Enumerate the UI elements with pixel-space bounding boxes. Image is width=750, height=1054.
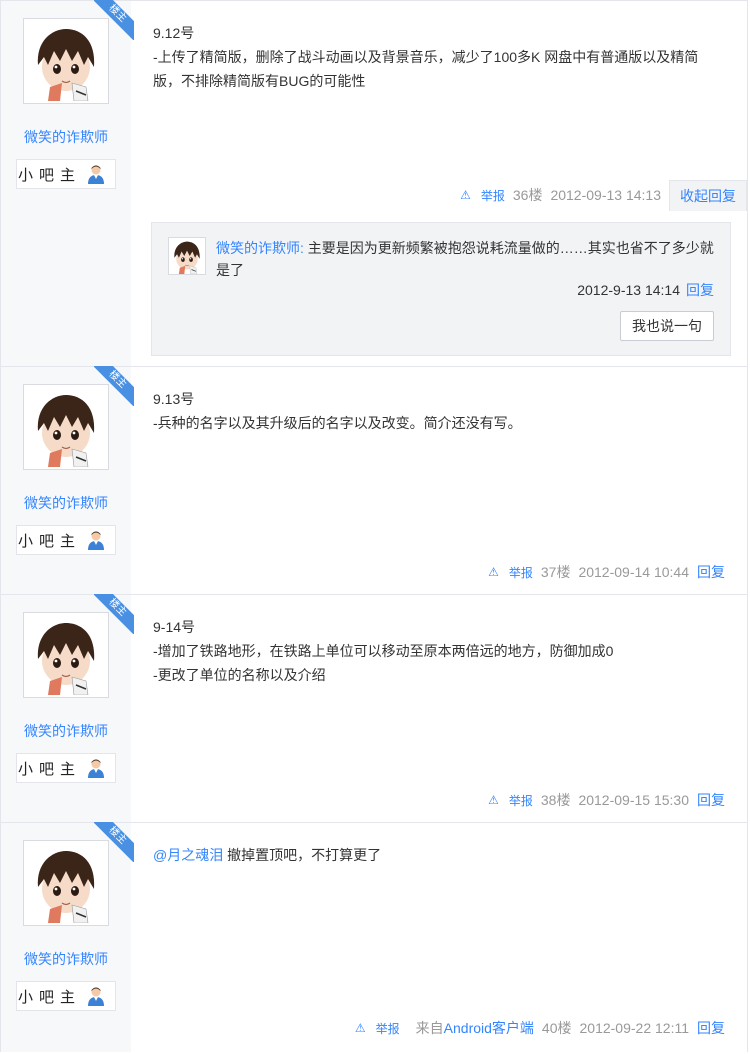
sub-reply-item: 微笑的诈欺师: 主要是因为更新频繁被抱怨说耗流量做的……其实也省不了多少就是了 bbox=[152, 223, 730, 281]
post-content: 9.13号 -兵种的名字以及其升级后的名字以及改变。简介还没有写。 bbox=[153, 391, 522, 431]
author-name-link[interactable]: 微笑的诈欺师 bbox=[24, 493, 108, 513]
op-ribbon: 楼主 bbox=[94, 594, 134, 634]
post-body: @月之魂泪 撤掉置顶吧，不打算更了 ⚠ 举报 来自Android客户端 40楼 2… bbox=[131, 823, 747, 1052]
post: 楼主 微笑的诈欺师 小吧主 9.12号 -上传了精简版，删除了战斗动画以及背景音… bbox=[0, 0, 748, 366]
sub-reply-avatar-image bbox=[169, 238, 205, 274]
sub-reply-time: 2012-9-13 14:14 bbox=[577, 282, 680, 298]
report-label: 举报 bbox=[375, 1021, 400, 1036]
op-ribbon-label: 楼主 bbox=[94, 594, 134, 634]
mention-link[interactable]: @月之魂泪 bbox=[153, 847, 223, 863]
level-badge[interactable]: 小吧主 bbox=[16, 753, 116, 783]
post: 楼主 微笑的诈欺师 小吧主 @月之魂泪 撤掉置顶吧，不打算更了 ⚠ 举报 来自An… bbox=[0, 822, 748, 1052]
report-label: 举报 bbox=[508, 793, 533, 808]
client-source: 来自Android客户端 bbox=[408, 1018, 534, 1038]
author-name-link[interactable]: 微笑的诈欺师 bbox=[24, 721, 108, 741]
report-link[interactable]: ⚠ 举报 bbox=[452, 187, 505, 204]
floor-number: 38楼 bbox=[540, 792, 571, 808]
sub-reply-box: 微笑的诈欺师: 主要是因为更新频繁被抱怨说耗流量做的……其实也省不了多少就是了 … bbox=[151, 222, 731, 356]
post-time: 2012-09-14 10:44 bbox=[578, 564, 689, 580]
level-badge[interactable]: 小吧主 bbox=[16, 981, 116, 1011]
sub-reply-reply-link[interactable]: 回复 bbox=[686, 282, 714, 298]
report-label: 举报 bbox=[508, 565, 533, 580]
sub-reply-avatar[interactable] bbox=[168, 237, 206, 275]
author-sidebar: 楼主 微笑的诈欺师 小吧主 bbox=[1, 366, 134, 594]
level-badge[interactable]: 小吧主 bbox=[16, 525, 116, 555]
post-tail: ⚠ 举报 37楼 2012-09-14 10:44 回复 bbox=[480, 560, 725, 584]
post-content: 9-14号 -增加了铁路地形，在铁路上单位可以移动至原本两倍远的地方，防御加成0… bbox=[153, 619, 614, 683]
add-comment-button[interactable]: 我也说一句 bbox=[620, 311, 714, 341]
level-label: 小吧主 bbox=[18, 532, 82, 550]
report-link[interactable]: ⚠ 举报 bbox=[480, 564, 533, 581]
post: 楼主 微笑的诈欺师 小吧主 9-14号 -增加了铁路地形，在铁路上单位可以移动至… bbox=[0, 594, 748, 822]
post-content: 9.12号 -上传了精简版，删除了战斗动画以及背景音乐，减少了100多K 网盘中… bbox=[153, 25, 699, 89]
post-tail: ⚠ 举报 来自Android客户端 40楼 2012-09-22 12:11 回复 bbox=[347, 1016, 725, 1040]
warning-triangle-icon: ⚠ bbox=[354, 1021, 366, 1035]
user-icon bbox=[87, 164, 105, 184]
report-link[interactable]: ⚠ 举报 bbox=[347, 1020, 400, 1037]
author-name-link[interactable]: 微笑的诈欺师 bbox=[24, 949, 108, 969]
user-icon bbox=[87, 758, 105, 778]
warning-triangle-icon: ⚠ bbox=[488, 565, 499, 579]
post-time: 2012-09-22 12:11 bbox=[579, 1020, 690, 1036]
op-ribbon-label: 楼主 bbox=[94, 822, 134, 862]
post-body: 9.12号 -上传了精简版，删除了战斗动画以及背景音乐，减少了100多K 网盘中… bbox=[131, 1, 747, 366]
level-badge[interactable]: 小吧主 bbox=[16, 159, 116, 189]
post-content: @月之魂泪 撤掉置顶吧，不打算更了 bbox=[153, 843, 723, 867]
floor-number: 37楼 bbox=[540, 564, 571, 580]
op-ribbon: 楼主 bbox=[94, 822, 134, 862]
post-time: 2012-09-15 15:30 bbox=[578, 792, 689, 808]
reply-link[interactable]: 回复 bbox=[697, 1018, 725, 1038]
floor-number: 36楼 bbox=[512, 187, 543, 203]
source-link[interactable]: Android客户端 bbox=[444, 1020, 534, 1036]
post-body: 9.13号 -兵种的名字以及其升级后的名字以及改变。简介还没有写。 ⚠ 举报 37… bbox=[131, 367, 747, 594]
author-name-link[interactable]: 微笑的诈欺师 bbox=[24, 127, 108, 147]
report-label: 举报 bbox=[480, 188, 505, 203]
post-tail: ⚠ 举报 38楼 2012-09-15 15:30 回复 bbox=[480, 788, 725, 812]
level-label: 小吧主 bbox=[18, 760, 82, 778]
post-body: 9-14号 -增加了铁路地形，在铁路上单位可以移动至原本两倍远的地方，防御加成0… bbox=[131, 595, 747, 822]
collapse-reply-button[interactable]: 收起回复 bbox=[669, 179, 747, 211]
level-label: 小吧主 bbox=[18, 988, 82, 1006]
op-ribbon-label: 楼主 bbox=[94, 0, 134, 40]
level-label: 小吧主 bbox=[18, 166, 82, 184]
op-ribbon: 楼主 bbox=[94, 366, 134, 406]
user-icon bbox=[87, 530, 105, 550]
author-sidebar: 楼主 微笑的诈欺师 小吧主 bbox=[1, 822, 134, 1052]
sub-reply-meta: 2012-9-13 14:14 回复 bbox=[577, 280, 714, 300]
post-tail: ⚠ 举报 36楼 2012-09-13 14:13 收起回复 bbox=[452, 179, 747, 211]
author-sidebar: 楼主 微笑的诈欺师 小吧主 bbox=[1, 594, 134, 822]
floor-number: 40楼 bbox=[541, 1020, 572, 1036]
op-ribbon-label: 楼主 bbox=[94, 366, 134, 406]
op-ribbon: 楼主 bbox=[94, 0, 134, 40]
report-link[interactable]: ⚠ 举报 bbox=[480, 792, 533, 809]
warning-triangle-icon: ⚠ bbox=[460, 188, 471, 202]
post-time: 2012-09-13 14:13 bbox=[550, 187, 661, 203]
source-prefix: 来自 bbox=[415, 1020, 444, 1036]
sub-reply-author-link[interactable]: 微笑的诈欺师: bbox=[216, 240, 304, 256]
post: 楼主 微笑的诈欺师 小吧主 9.13号 -兵种的名字以及其升级后的名字以及改变。… bbox=[0, 366, 748, 594]
post-text: 撤掉置顶吧，不打算更了 bbox=[227, 847, 382, 863]
sub-reply-text: 微笑的诈欺师: 主要是因为更新频繁被抱怨说耗流量做的……其实也省不了多少就是了 bbox=[216, 237, 716, 281]
reply-link[interactable]: 回复 bbox=[697, 562, 725, 582]
user-icon bbox=[87, 986, 105, 1006]
author-sidebar: 楼主 微笑的诈欺师 小吧主 bbox=[1, 0, 134, 366]
warning-triangle-icon: ⚠ bbox=[488, 793, 499, 807]
reply-link[interactable]: 回复 bbox=[697, 790, 725, 810]
